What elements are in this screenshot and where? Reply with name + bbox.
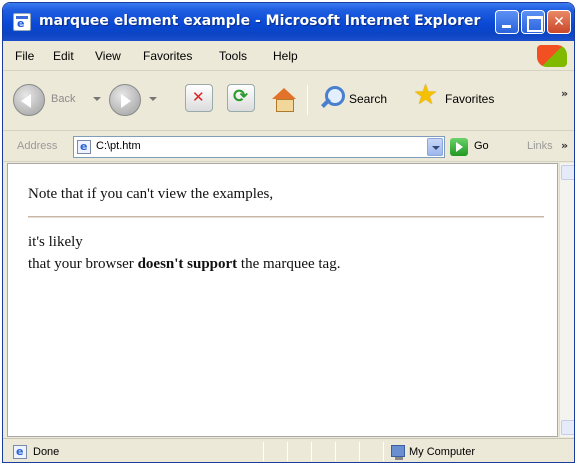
toolbar-separator	[307, 85, 308, 115]
status-divider	[383, 442, 384, 461]
status-divider	[263, 442, 264, 461]
address-value: C:\pt.htm	[96, 140, 141, 152]
page-content: Note that if you can't view the examples…	[7, 163, 558, 437]
content-line-2: it's likely	[28, 234, 83, 250]
maximize-button[interactable]	[521, 10, 545, 34]
vertical-scrollbar[interactable]	[559, 163, 574, 437]
content-line-3-end: the marquee tag.	[237, 256, 341, 272]
menu-favorites[interactable]: Favorites	[143, 49, 192, 63]
search-icon[interactable]	[319, 84, 345, 110]
toolbar-overflow-icon[interactable]: »	[561, 87, 568, 100]
stop-button[interactable]	[185, 84, 213, 112]
close-button[interactable]: ✕	[547, 10, 571, 34]
menu-favorites-label: Favorites	[143, 49, 193, 63]
content-line-1: Note that if you can't view the examples…	[28, 186, 274, 202]
menu-tools[interactable]: Tools	[219, 49, 247, 63]
menu-view-label: View	[95, 49, 121, 63]
scroll-down-button[interactable]	[561, 420, 574, 435]
refresh-button[interactable]	[227, 84, 255, 112]
forward-button[interactable]	[109, 84, 141, 116]
menu-file-label: File	[15, 49, 35, 63]
menu-view[interactable]: View	[95, 49, 121, 63]
menu-tools-label: Tools	[219, 49, 248, 63]
links-button[interactable]: Links	[527, 140, 553, 152]
browser-window: marquee element example - Microsoft Inte…	[2, 2, 575, 463]
back-dropdown-icon[interactable]	[93, 97, 101, 101]
page-icon	[77, 140, 91, 154]
window-title: marquee element example - Microsoft Inte…	[39, 13, 481, 29]
my-computer-icon	[391, 445, 405, 460]
security-zone-text: My Computer	[409, 446, 476, 458]
menu-edit[interactable]: Edit	[53, 49, 74, 63]
menu-file[interactable]: File	[15, 49, 34, 63]
scroll-up-button[interactable]	[561, 165, 574, 180]
minimize-button[interactable]	[495, 10, 519, 34]
go-button[interactable]: Go	[474, 140, 489, 152]
status-page-icon	[13, 445, 27, 459]
status-divider	[311, 442, 312, 461]
menu-edit-label: Edit	[53, 49, 74, 63]
standard-toolbar: Back Search ★ Favorites »	[3, 71, 574, 131]
address-input[interactable]: C:\pt.htm	[73, 136, 445, 158]
favorites-star-icon[interactable]: ★	[413, 80, 438, 110]
address-dropdown-icon[interactable]	[427, 138, 443, 156]
go-arrow-icon[interactable]	[450, 138, 468, 156]
title-bar[interactable]: marquee element example - Microsoft Inte…	[3, 3, 574, 41]
status-divider	[359, 442, 360, 461]
address-label: Address	[17, 140, 58, 152]
favorites-button[interactable]: Favorites	[445, 92, 494, 106]
search-button[interactable]: Search	[349, 92, 387, 106]
menu-help-label: Help	[273, 49, 298, 63]
ie-page-icon	[13, 13, 31, 31]
status-text: Done	[33, 446, 60, 458]
status-divider	[335, 442, 336, 461]
horizontal-rule	[28, 216, 544, 218]
back-label: Back	[51, 93, 76, 105]
windows-logo-icon	[537, 45, 567, 67]
content-line-3: that your browser doesn't support the ma…	[28, 256, 340, 273]
address-bar: Address C:\pt.htm Go Links »	[3, 132, 574, 162]
links-overflow-icon[interactable]: »	[561, 139, 568, 152]
content-bold-text: doesn't support	[137, 256, 238, 272]
forward-dropdown-icon[interactable]	[149, 97, 157, 101]
menu-help[interactable]: Help	[273, 49, 298, 63]
menu-bar: File Edit View Favorites Tools Help	[3, 41, 574, 71]
status-divider	[287, 442, 288, 461]
content-line-3-start: that your browser	[28, 256, 138, 272]
home-button[interactable]	[269, 84, 297, 112]
status-bar: Done My Computer	[3, 438, 574, 462]
back-button[interactable]	[13, 84, 45, 116]
